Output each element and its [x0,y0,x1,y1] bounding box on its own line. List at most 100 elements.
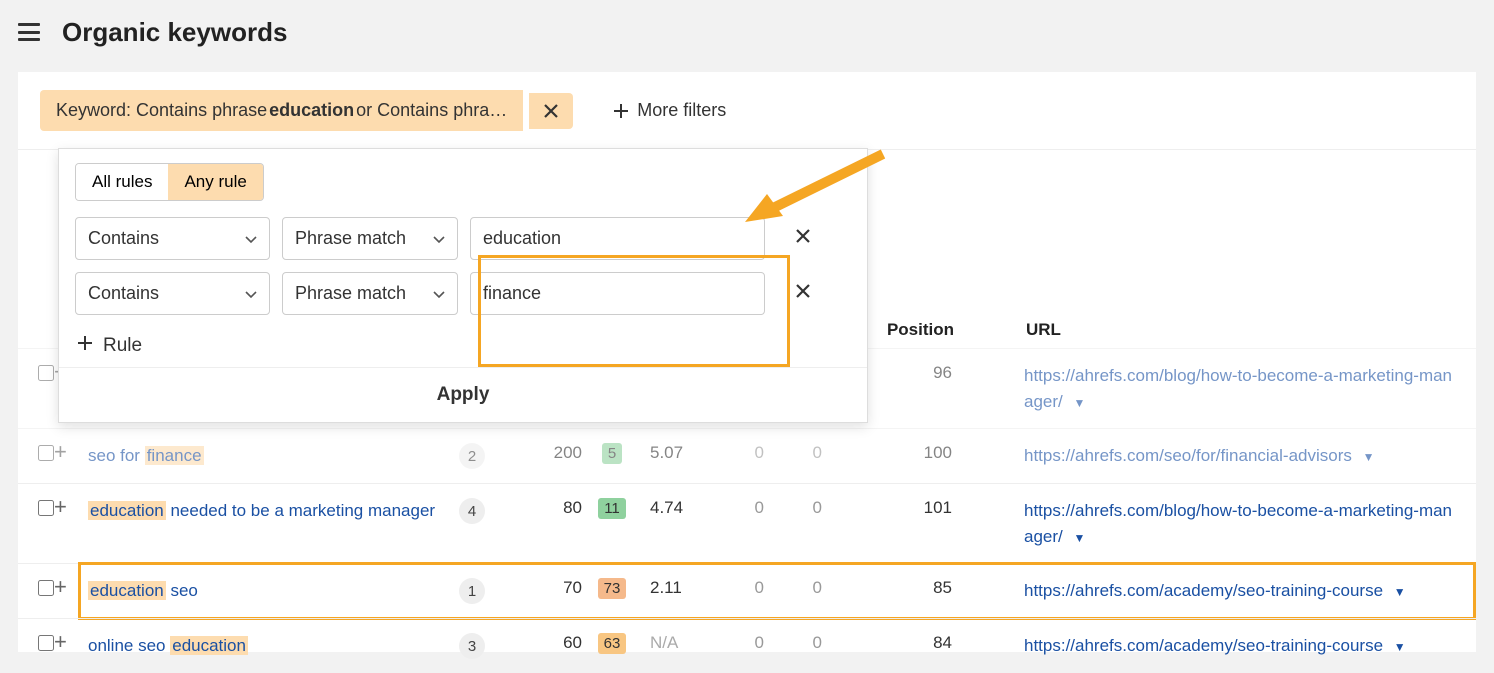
url-cell[interactable]: https://ahrefs.com/blog/how-to-become-a-… [962,498,1476,549]
apply-button[interactable]: Apply [59,367,867,422]
row-checkbox[interactable] [38,365,54,381]
table-row: +education needed to be a marketing mana… [18,483,1476,563]
any-rule-option[interactable]: Any rule [168,164,262,200]
paid-cell: 0 [770,578,828,598]
position-cell: 84 [828,633,962,653]
all-rules-option[interactable]: All rules [76,164,168,200]
keyword-filter-chip[interactable]: Keyword: Contains phrase education or Co… [40,90,523,131]
chevron-down-icon: ▼ [1394,585,1406,599]
close-icon [543,103,559,119]
volume-cell: 80 [508,498,590,518]
serp-features-cell: 4 [436,498,508,524]
chevron-down-icon [433,228,445,249]
position-cell: 85 [828,578,962,598]
serp-features-cell: 2 [436,443,508,469]
traffic-cell: 0 [712,498,770,518]
close-icon [795,231,811,248]
cpc-cell: 5.07 [634,443,712,463]
operator-select[interactable]: Contains [75,272,270,315]
serp-features-cell: 3 [436,633,508,659]
page-title: Organic keywords [62,17,287,48]
chevron-down-icon: ▼ [1363,450,1375,464]
plus-icon [77,335,93,357]
operator-value: Contains [88,228,159,249]
remove-rule-button[interactable] [789,277,817,310]
url-cell[interactable]: https://ahrefs.com/blog/how-to-become-a-… [962,363,1476,414]
filter-chip-close-button[interactable] [529,93,573,129]
expand-row-button[interactable]: + [54,633,88,651]
row-checkbox-cell [18,498,54,521]
chevron-down-icon: ▼ [1394,640,1406,654]
column-header-url[interactable]: URL [964,320,1026,340]
match-type-value: Phrase match [295,228,406,249]
position-cell: 100 [828,443,962,463]
cpc-cell: N/A [634,633,712,653]
rule-row: Contains Phrase match [59,211,867,266]
volume-cell: 200 [508,443,590,463]
row-checkbox[interactable] [38,445,54,461]
match-type-select[interactable]: Phrase match [282,272,458,315]
rule-mode-toggle: All rules Any rule [75,163,264,201]
expand-row-button[interactable]: + [54,498,88,516]
url-cell[interactable]: https://ahrefs.com/academy/seo-training-… [962,633,1476,659]
column-header-position[interactable]: Position [864,320,964,340]
top-bar: Organic keywords [0,0,1494,72]
url-cell[interactable]: https://ahrefs.com/seo/for/financial-adv… [962,443,1476,469]
row-checkbox-cell [18,633,54,656]
volume-cell: 70 [508,578,590,598]
keyword-cell[interactable]: seo for finance [88,443,436,469]
content-panel: Keyword: Contains phrase education or Co… [18,72,1476,652]
row-checkbox[interactable] [38,500,54,516]
serp-features-cell: 1 [436,578,508,604]
cpc-cell: 2.11 [634,578,712,598]
row-checkbox-cell [18,363,54,386]
kd-cell: 63 [590,633,634,654]
chevron-down-icon: ▼ [1073,396,1085,410]
traffic-cell: 0 [712,633,770,653]
table-row: +education seo170732.110085https://ahref… [18,563,1476,618]
remove-rule-button[interactable] [789,222,817,255]
traffic-cell: 0 [712,443,770,463]
more-filters-label: More filters [637,100,726,121]
rule-row: Contains Phrase match [59,266,867,321]
filter-chip-suffix: or Contains phra… [356,100,507,121]
chevron-down-icon [245,283,257,304]
add-rule-button[interactable]: Rule [59,321,160,367]
filter-bar: Keyword: Contains phrase education or Co… [18,72,1476,150]
kd-cell: 5 [590,443,634,464]
plus-icon [613,103,629,119]
volume-cell: 60 [508,633,590,653]
close-icon [795,286,811,303]
hamburger-menu-icon[interactable] [18,23,40,41]
rule-value-input[interactable] [470,217,765,260]
rule-value-input[interactable] [470,272,765,315]
expand-row-button[interactable]: + [54,578,88,596]
filter-chip-bold: education [269,100,354,121]
more-filters-button[interactable]: More filters [597,90,742,131]
chevron-down-icon [245,228,257,249]
cpc-cell: 4.74 [634,498,712,518]
keyword-cell[interactable]: education seo [88,578,436,604]
kd-cell: 11 [590,498,634,519]
row-checkbox[interactable] [38,635,54,651]
paid-cell: 0 [770,633,828,653]
table-row: +online seo education36063N/A0084https:/… [18,618,1476,673]
filter-dropdown: All rules Any rule Contains Phrase match [58,148,868,423]
paid-cell: 0 [770,443,828,463]
chevron-down-icon [433,283,445,304]
keyword-cell[interactable]: online seo education [88,633,436,659]
row-checkbox[interactable] [38,580,54,596]
match-type-select[interactable]: Phrase match [282,217,458,260]
filter-chip-prefix: Keyword: Contains phrase [56,100,267,121]
expand-row-button[interactable]: + [54,443,88,461]
position-cell: 101 [828,498,962,518]
add-rule-label: Rule [103,335,142,357]
operator-select[interactable]: Contains [75,217,270,260]
traffic-cell: 0 [712,578,770,598]
paid-cell: 0 [770,498,828,518]
kd-cell: 73 [590,578,634,599]
chevron-down-icon: ▼ [1073,531,1085,545]
url-cell[interactable]: https://ahrefs.com/academy/seo-training-… [962,578,1476,604]
operator-value: Contains [88,283,159,304]
keyword-cell[interactable]: education needed to be a marketing manag… [88,498,436,524]
